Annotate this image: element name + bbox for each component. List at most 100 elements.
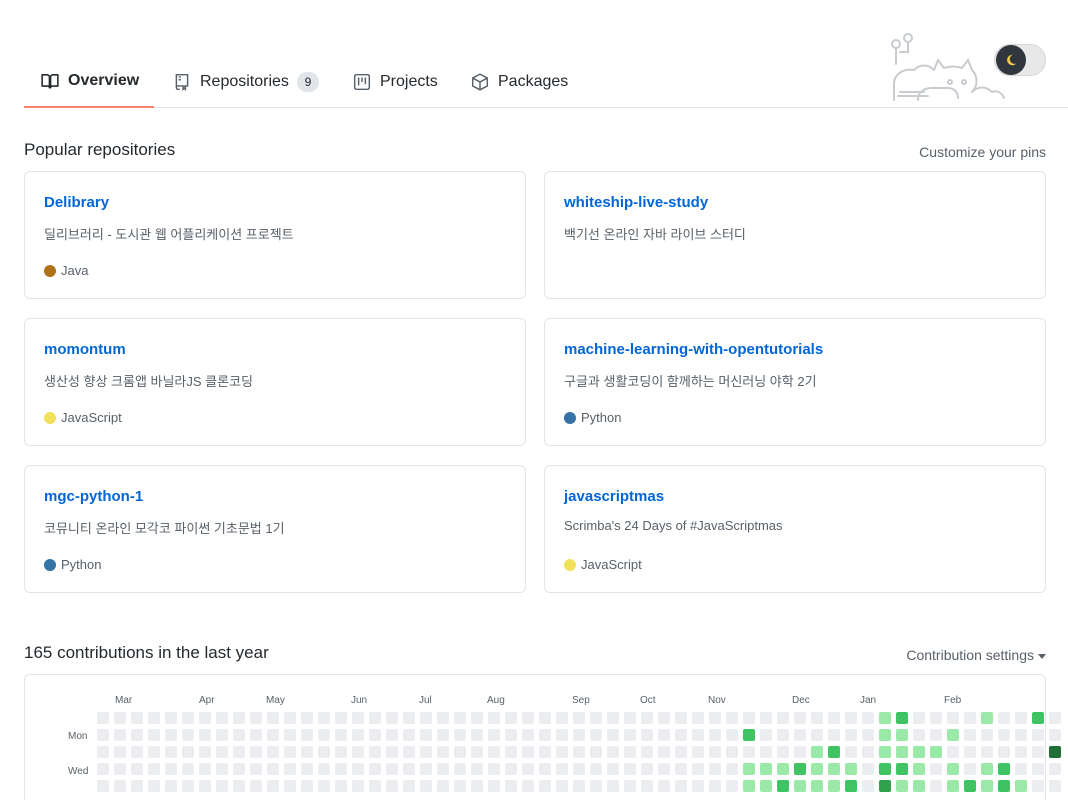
- contribution-day-cell[interactable]: [471, 746, 483, 758]
- contribution-day-cell[interactable]: [233, 729, 245, 741]
- contribution-settings-dropdown[interactable]: Contribution settings: [906, 647, 1046, 663]
- contribution-day-cell[interactable]: [318, 729, 330, 741]
- contribution-day-cell[interactable]: [641, 780, 653, 792]
- contribution-day-cell[interactable]: [1049, 729, 1061, 741]
- contribution-day-cell[interactable]: [947, 746, 959, 758]
- contribution-day-cell[interactable]: [420, 712, 432, 724]
- contribution-day-cell[interactable]: [182, 712, 194, 724]
- contribution-day-cell[interactable]: [1015, 746, 1027, 758]
- contribution-day-cell[interactable]: [658, 712, 670, 724]
- contribution-day-cell[interactable]: [488, 729, 500, 741]
- contribution-day-cell[interactable]: [845, 746, 857, 758]
- contribution-day-cell[interactable]: [233, 763, 245, 775]
- contribution-day-cell[interactable]: [777, 729, 789, 741]
- contribution-day-cell[interactable]: [386, 780, 398, 792]
- contribution-day-cell[interactable]: [624, 780, 636, 792]
- contribution-day-cell[interactable]: [97, 712, 109, 724]
- repo-name-link[interactable]: javascriptmas: [564, 488, 664, 505]
- contribution-day-cell[interactable]: [692, 746, 704, 758]
- contribution-day-cell[interactable]: [216, 763, 228, 775]
- contribution-day-cell[interactable]: [182, 729, 194, 741]
- contribution-day-cell[interactable]: [845, 712, 857, 724]
- contribution-day-cell[interactable]: [573, 763, 585, 775]
- contribution-day-cell[interactable]: [573, 729, 585, 741]
- contribution-day-cell[interactable]: [114, 780, 126, 792]
- repo-name-link[interactable]: machine-learning-with-opentutorials: [564, 341, 823, 358]
- contribution-day-cell[interactable]: [522, 729, 534, 741]
- contribution-day-cell[interactable]: [216, 712, 228, 724]
- contribution-day-cell[interactable]: [488, 746, 500, 758]
- contribution-day-cell[interactable]: [556, 780, 568, 792]
- contribution-day-cell[interactable]: [947, 712, 959, 724]
- contribution-day-cell[interactable]: [709, 712, 721, 724]
- contribution-day-cell[interactable]: [301, 729, 313, 741]
- contribution-day-cell[interactable]: [862, 712, 874, 724]
- contribution-day-cell[interactable]: [607, 729, 619, 741]
- contribution-day-cell[interactable]: [879, 780, 891, 792]
- contribution-day-cell[interactable]: [913, 729, 925, 741]
- contribution-day-cell[interactable]: [624, 729, 636, 741]
- contribution-day-cell[interactable]: [964, 780, 976, 792]
- contribution-day-cell[interactable]: [488, 780, 500, 792]
- contribution-day-cell[interactable]: [1032, 712, 1044, 724]
- contribution-day-cell[interactable]: [811, 712, 823, 724]
- contribution-day-cell[interactable]: [828, 746, 840, 758]
- contribution-day-cell[interactable]: [981, 746, 993, 758]
- contribution-day-cell[interactable]: [1015, 780, 1027, 792]
- contribution-day-cell[interactable]: [981, 763, 993, 775]
- contribution-day-cell[interactable]: [437, 780, 449, 792]
- contribution-day-cell[interactable]: [607, 780, 619, 792]
- contribution-day-cell[interactable]: [522, 746, 534, 758]
- contribution-day-cell[interactable]: [896, 780, 908, 792]
- contribution-day-cell[interactable]: [998, 712, 1010, 724]
- contribution-day-cell[interactable]: [556, 763, 568, 775]
- contribution-day-cell[interactable]: [760, 712, 772, 724]
- contribution-day-cell[interactable]: [573, 780, 585, 792]
- contribution-day-cell[interactable]: [760, 729, 772, 741]
- contribution-day-cell[interactable]: [148, 780, 160, 792]
- contribution-day-cell[interactable]: [454, 729, 466, 741]
- contribution-day-cell[interactable]: [454, 746, 466, 758]
- contribution-day-cell[interactable]: [488, 712, 500, 724]
- contribution-day-cell[interactable]: [641, 712, 653, 724]
- contribution-day-cell[interactable]: [97, 763, 109, 775]
- contribution-day-cell[interactable]: [862, 729, 874, 741]
- contribution-day-cell[interactable]: [114, 729, 126, 741]
- contribution-day-cell[interactable]: [1049, 712, 1061, 724]
- contribution-day-cell[interactable]: [165, 780, 177, 792]
- contribution-day-cell[interactable]: [590, 780, 602, 792]
- contribution-day-cell[interactable]: [794, 712, 806, 724]
- contribution-day-cell[interactable]: [811, 729, 823, 741]
- contribution-day-cell[interactable]: [675, 746, 687, 758]
- contribution-day-cell[interactable]: [981, 712, 993, 724]
- contribution-day-cell[interactable]: [981, 729, 993, 741]
- contribution-day-cell[interactable]: [624, 746, 636, 758]
- contribution-day-cell[interactable]: [97, 729, 109, 741]
- contribution-day-cell[interactable]: [556, 729, 568, 741]
- contribution-day-cell[interactable]: [403, 746, 415, 758]
- contribution-day-cell[interactable]: [845, 763, 857, 775]
- contribution-day-cell[interactable]: [131, 780, 143, 792]
- tab-packages[interactable]: Packages: [471, 56, 568, 107]
- contribution-day-cell[interactable]: [199, 729, 211, 741]
- contribution-day-cell[interactable]: [233, 746, 245, 758]
- contribution-day-cell[interactable]: [369, 712, 381, 724]
- contribution-day-cell[interactable]: [862, 780, 874, 792]
- contribution-day-cell[interactable]: [233, 712, 245, 724]
- contribution-day-cell[interactable]: [1032, 763, 1044, 775]
- contribution-day-cell[interactable]: [1049, 746, 1061, 758]
- contribution-day-cell[interactable]: [420, 746, 432, 758]
- contribution-day-cell[interactable]: [1032, 729, 1044, 741]
- contribution-day-cell[interactable]: [97, 780, 109, 792]
- contribution-day-cell[interactable]: [896, 746, 908, 758]
- contribution-day-cell[interactable]: [556, 712, 568, 724]
- contribution-day-cell[interactable]: [930, 712, 942, 724]
- contribution-day-cell[interactable]: [488, 763, 500, 775]
- contribution-day-cell[interactable]: [335, 763, 347, 775]
- contribution-day-cell[interactable]: [828, 763, 840, 775]
- contribution-day-cell[interactable]: [709, 780, 721, 792]
- contribution-day-cell[interactable]: [199, 712, 211, 724]
- contribution-day-cell[interactable]: [828, 780, 840, 792]
- contribution-day-cell[interactable]: [896, 729, 908, 741]
- contribution-day-cell[interactable]: [386, 746, 398, 758]
